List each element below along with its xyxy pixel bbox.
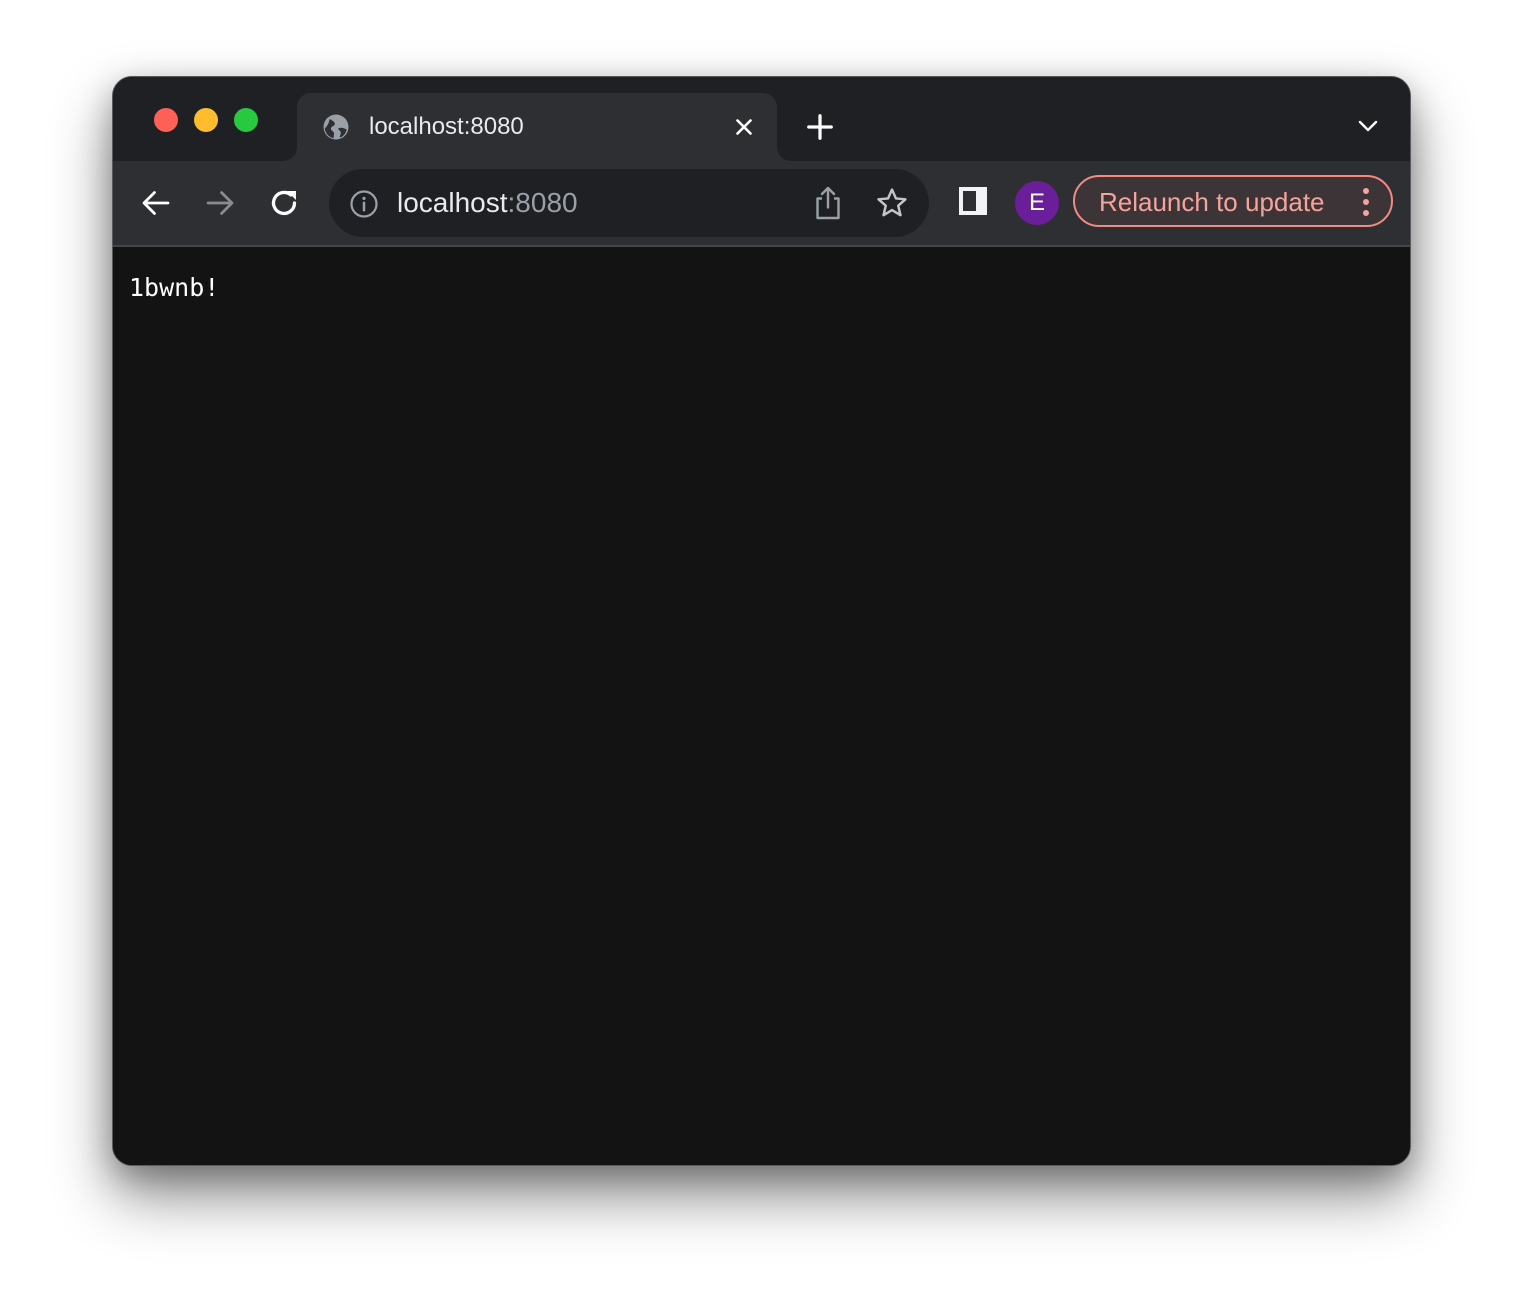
info-icon[interactable]	[349, 189, 379, 219]
address-bar[interactable]: localhost:8080	[329, 169, 929, 237]
bookmark-star-icon[interactable]	[875, 186, 909, 220]
share-icon[interactable]	[813, 185, 843, 221]
close-tab-icon[interactable]	[731, 114, 757, 140]
more-vert-icon[interactable]	[1361, 187, 1371, 217]
side-panel-icon[interactable]	[959, 187, 987, 215]
url-text[interactable]: localhost:8080	[397, 185, 578, 221]
tab-localhost[interactable]: localhost:8080	[297, 93, 777, 161]
chevron-down-icon[interactable]	[1356, 117, 1380, 135]
page-text: 1bwnb!	[129, 273, 220, 302]
minimize-window-button[interactable]	[194, 108, 218, 132]
toolbar: localhost:8080 E Relaunch to update	[113, 161, 1410, 247]
tab-title: localhost:8080	[369, 113, 524, 140]
profile-avatar[interactable]: E	[1015, 181, 1059, 225]
relaunch-label: Relaunch to update	[1099, 187, 1325, 217]
forward-arrow-icon[interactable]	[202, 185, 238, 221]
new-tab-icon[interactable]	[805, 112, 835, 142]
url-host: localhost	[397, 187, 508, 218]
maximize-window-button[interactable]	[234, 108, 258, 132]
back-arrow-icon[interactable]	[138, 185, 174, 221]
relaunch-to-update-button[interactable]: Relaunch to update	[1073, 175, 1393, 227]
reload-icon[interactable]	[266, 185, 302, 221]
url-port: :8080	[507, 187, 578, 218]
page-content: 1bwnb!	[113, 247, 1410, 1165]
browser-window: localhost:8080 localhost:8080 E Relaunch…	[112, 76, 1411, 1166]
title-bar: localhost:8080	[113, 77, 1410, 161]
globe-icon	[323, 114, 349, 140]
close-window-button[interactable]	[154, 108, 178, 132]
